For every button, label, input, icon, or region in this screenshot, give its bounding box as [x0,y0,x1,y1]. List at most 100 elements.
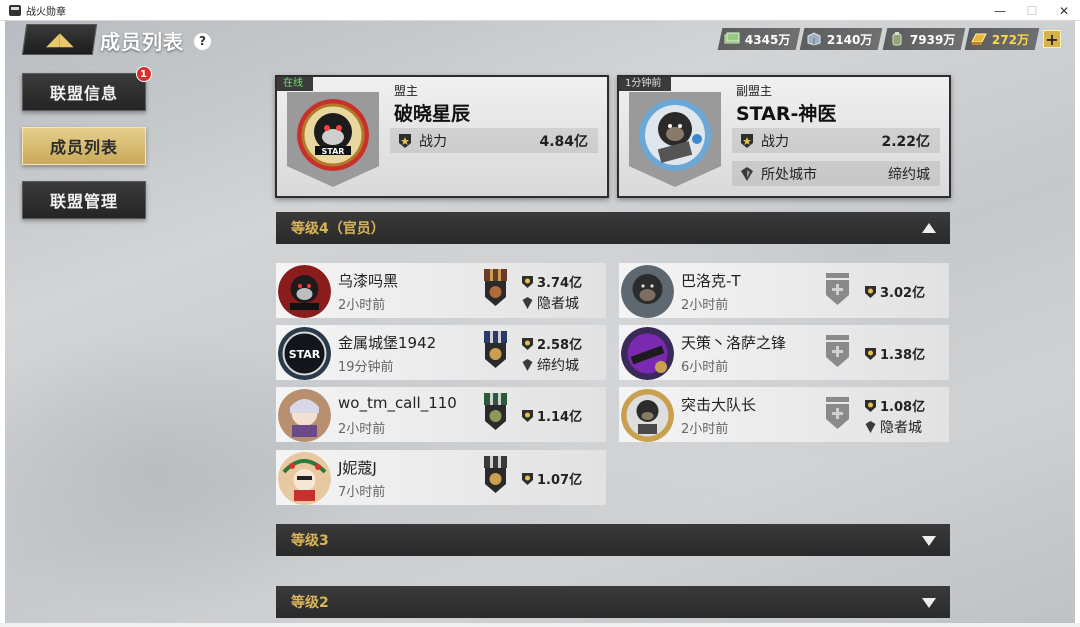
member-power-value: 3.74亿 [537,276,583,291]
member-power-value: 3.02亿 [880,286,926,301]
resource-steel[interactable]: 2140万 [799,28,883,50]
resource-cash[interactable]: 4345万 [717,28,801,50]
expand-arrow-icon [922,598,936,608]
member-power-value: 1.38亿 [880,348,926,363]
section-title: 等级3 [291,533,329,549]
leader-card-master[interactable]: 在线 STAR 盟主 破晓星辰 战力 4.84亿 [275,75,609,198]
member-card[interactable]: 突击大队长 2小时前 1.08亿 隐者城 [619,387,949,442]
window-bottom-edge [0,623,1080,627]
member-card[interactable]: wo_tm_call_110 2小时前 1.14亿 [276,387,606,442]
avatar [621,327,674,380]
empty-rank-slot-icon [826,335,849,367]
member-name: 金属城堡1942 [338,334,437,352]
power-shield-icon [522,472,533,485]
member-card[interactable]: 巴洛克-T 2小时前 3.02亿 [619,263,949,318]
power-label: 战力 [419,133,447,150]
member-name: 天策丶洛萨之锋 [681,334,787,352]
leader-name: STAR-神医 [736,103,837,125]
member-power-value: 1.07亿 [537,473,583,488]
member-last-online: 2小时前 [338,422,386,437]
member-city: 隐者城 [865,417,922,437]
member-city: 隐者城 [522,293,579,313]
power-shield-icon [522,275,533,288]
sidebar-item-alliance-info[interactable]: 联盟信息 1 [22,66,152,111]
member-power: 2.58亿 [522,334,582,353]
cash-icon [724,32,740,44]
power-shield-icon [522,337,533,350]
member-city: 缔约城 [522,355,579,375]
last-online-tag: 1分钟前 [619,77,672,91]
member-card[interactable]: 乌漆吗黑 2小时前 3.74亿 隐者城 [276,263,606,318]
leader-card-deputy[interactable]: 1分钟前 副盟主 STAR-神医 战力 2.22亿 所处城市 缔约城 [617,75,951,198]
avatar [621,389,674,442]
add-gold-button[interactable]: + [1043,30,1061,49]
power-shield-icon [865,347,876,360]
city-value: 缔约城 [888,166,930,183]
leader-name: 破晓星辰 [394,103,471,125]
city-icon [865,421,876,433]
power-shield-icon [399,133,411,148]
avatar [278,389,331,442]
power-shield-icon [865,399,876,412]
power-label: 战力 [761,133,789,150]
member-power: 1.08亿 [865,396,925,415]
power-value: 2.22亿 [881,133,930,150]
resource-gold[interactable]: 272万 [964,28,1040,50]
member-name: J妮蔻J [338,459,377,477]
power-shield-icon [865,285,876,298]
back-arrow-icon: ◢◣ [45,29,74,50]
rank-medal-icon [484,393,507,430]
back-button[interactable]: ◢◣ [21,24,98,55]
maximize-icon[interactable]: ☐ [1016,0,1048,21]
power-value: 4.84亿 [539,133,588,150]
expand-arrow-icon [922,536,936,546]
sidebar-item-member-list[interactable]: 成员列表 [22,127,146,165]
member-power-value: 1.08亿 [880,400,926,415]
minimize-icon[interactable]: — [984,0,1016,21]
resource-steel-value: 2140万 [827,32,873,47]
member-card[interactable]: J妮蔻J 7小时前 1.07亿 [276,450,606,505]
city-icon [522,359,533,371]
empty-rank-slot-icon [826,397,849,429]
resource-cash-value: 4345万 [744,32,791,47]
member-power: 3.74亿 [522,272,582,291]
leader-frame [629,92,721,187]
notification-badge: 1 [136,66,152,82]
section-header-level2[interactable]: 等级2 [276,586,950,618]
member-power-value: 1.14亿 [537,410,583,425]
window-controls: — ☐ ✕ [984,0,1080,21]
game-viewport: ◢◣ 成员列表 ? 4345万 2140万 7939万 272万 + 联盟信息 … [5,21,1075,623]
member-city-value: 隐者城 [537,296,579,312]
member-card[interactable]: 天策丶洛萨之锋 6小时前 1.38亿 [619,325,949,380]
resource-oil[interactable]: 7939万 [882,28,966,50]
member-name: wo_tm_call_110 [338,394,457,412]
rank-medal-icon [484,456,507,493]
member-card[interactable]: STAR 金属城堡1942 19分钟前 2.58亿 缔约城 [276,325,606,380]
member-city-value: 缔约城 [537,358,579,374]
avatar: STAR [278,327,331,380]
gold-icon [971,33,987,45]
power-row: 战力 4.84亿 [390,128,598,153]
window-title: 战火勋章 [26,6,66,18]
role-label: 副盟主 [736,84,773,98]
avatar [621,265,674,318]
oil-icon [892,32,902,46]
section-header-level4[interactable]: 等级4（官员） [276,212,950,244]
city-icon [741,166,753,181]
member-power: 1.38亿 [865,344,925,363]
sidebar-item-alliance-management[interactable]: 联盟管理 [22,181,146,219]
member-power: 1.07亿 [522,469,582,488]
section-title: 等级4（官员） [291,221,385,237]
member-last-online: 2小时前 [681,422,729,437]
member-last-online: 2小时前 [681,298,729,313]
member-power: 1.14亿 [522,406,582,425]
sidebar-item-label: 成员列表 [49,138,118,157]
gorilla-emblem-icon: STAR [297,99,369,171]
section-header-level3[interactable]: 等级3 [276,524,950,556]
leader-frame: STAR [287,92,379,187]
avatar [278,452,331,505]
close-icon[interactable]: ✕ [1048,0,1080,21]
power-shield-icon [522,409,533,422]
city-icon [522,297,533,309]
help-icon[interactable]: ? [194,33,211,50]
